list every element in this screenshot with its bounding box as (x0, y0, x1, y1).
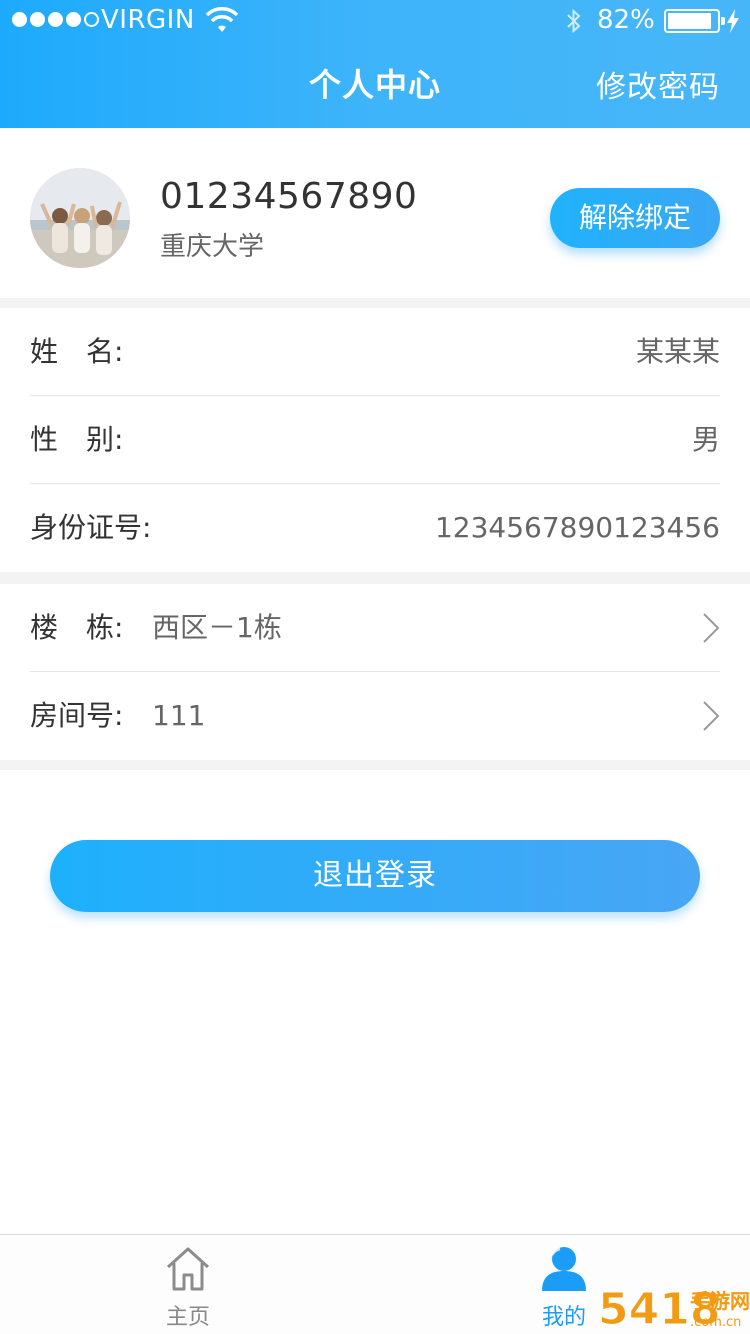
chevron-right-icon (703, 701, 720, 731)
section-divider (0, 572, 750, 584)
room-value: 111 (152, 699, 206, 732)
charging-icon (727, 9, 739, 33)
home-icon (166, 1247, 210, 1291)
change-password-button[interactable]: 修改密码 (596, 62, 720, 106)
unbind-button[interactable]: 解除绑定 (550, 188, 720, 248)
bluetooth-icon (567, 8, 581, 34)
section-divider (0, 760, 750, 770)
avatar-photo (30, 168, 130, 268)
room-row[interactable]: 房间号: 111 (30, 672, 720, 760)
personal-info-section: 姓 名: 某某某 性 别: 男 身份证号: 1234567890123456 (0, 308, 750, 572)
name-value: 某某某 (635, 335, 720, 368)
school-name: 重庆大学 (160, 232, 265, 262)
wifi-icon (205, 7, 239, 32)
svg-text:.com.cn: .com.cn (690, 1315, 741, 1330)
id-number-value: 1234567890123456 (434, 511, 720, 544)
building-row[interactable]: 楼 栋: 西区－1栋 (30, 584, 720, 672)
logout-button[interactable]: 退出登录 (50, 840, 700, 912)
carrier-name: VIRGIN (101, 5, 195, 35)
room-label: 房间号: (30, 699, 124, 732)
status-bar: VIRGIN 82% (0, 0, 750, 40)
battery-icon (664, 9, 725, 33)
phone-number: 01234567890 (160, 176, 418, 217)
gender-label: 性 别: (30, 423, 124, 456)
profile-card: 01234567890 重庆大学 解除绑定 (0, 138, 750, 298)
app-header: VIRGIN 82% 个人中心 修改密码 (0, 0, 750, 128)
tab-home[interactable]: 主页 (128, 1235, 248, 1334)
signal-strength-icon (12, 12, 99, 27)
gender-value: 男 (691, 423, 720, 456)
chevron-right-icon (703, 613, 720, 643)
svg-text:手游网: 手游网 (690, 1289, 750, 1313)
battery-percentage: 82% (597, 5, 655, 35)
name-label: 姓 名: (30, 335, 124, 368)
tab-home-label: 主页 (165, 1305, 210, 1330)
section-divider (0, 298, 750, 308)
building-label: 楼 栋: (30, 611, 124, 644)
gender-row: 性 别: 男 (30, 396, 720, 484)
building-value: 西区－1栋 (152, 611, 282, 644)
id-number-row: 身份证号: 1234567890123456 (30, 484, 720, 572)
user-icon (542, 1247, 586, 1291)
site-watermark-logo: 5418 手游网 .com.cn (598, 1278, 750, 1334)
dorm-info-section: 楼 栋: 西区－1栋 房间号: 111 (0, 584, 750, 760)
name-row: 姓 名: 某某某 (30, 308, 720, 396)
id-number-label: 身份证号: (30, 511, 152, 544)
avatar[interactable] (30, 168, 130, 268)
